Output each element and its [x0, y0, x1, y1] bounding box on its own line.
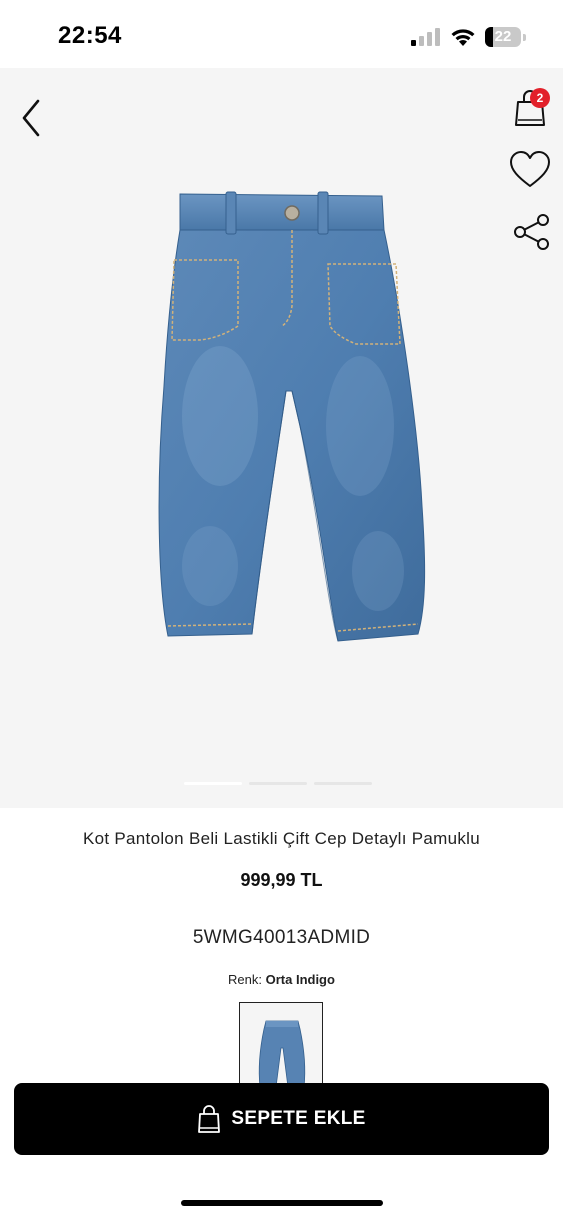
color-value: Orta Indigo: [265, 972, 335, 987]
gallery-page-indicator[interactable]: [314, 782, 372, 785]
add-to-cart-button[interactable]: SEPETE EKLE: [14, 1083, 549, 1155]
product-detail-screen: 22:54 22 2 Kot Pantolon Beli Lastikli Çi…: [0, 0, 563, 1219]
status-time: 22:54: [58, 22, 122, 49]
color-label: Renk:: [228, 972, 266, 987]
battery-icon: 22: [485, 27, 526, 47]
gallery-pager[interactable]: [184, 782, 372, 785]
product-price: 999,99 TL: [240, 870, 323, 890]
wishlist-button[interactable]: [508, 150, 552, 190]
add-to-cart-label: SEPETE EKLE: [231, 1108, 366, 1129]
battery-level: 22: [494, 28, 512, 45]
jeans-thumbnail-image: [258, 1020, 306, 1088]
color-row: Renk: Orta Indigo: [0, 972, 563, 987]
product-gallery[interactable]: 2: [0, 68, 563, 808]
color-swatch-orta-indigo[interactable]: [239, 1002, 323, 1092]
cart-count-badge: 2: [530, 88, 550, 108]
shopping-bag-icon: [198, 1105, 221, 1133]
jeans-product-image: [158, 191, 426, 642]
home-indicator: [181, 1200, 383, 1206]
heart-icon: [510, 151, 550, 187]
product-title: Kot Pantolon Beli Lastikli Çift Cep Deta…: [82, 829, 481, 848]
cellular-signal-icon: [411, 28, 441, 51]
gallery-page-indicator[interactable]: [249, 782, 307, 785]
gallery-page-indicator[interactable]: [184, 782, 242, 785]
share-button[interactable]: [512, 212, 552, 252]
product-sku: 5WMG40013ADMID: [192, 927, 371, 948]
share-icon: [514, 214, 549, 250]
wifi-icon: [450, 27, 476, 52]
cart-button[interactable]: 2: [510, 86, 554, 132]
chevron-left-icon: [22, 99, 40, 137]
status-bar: 22:54 22: [0, 0, 563, 68]
back-button[interactable]: [14, 96, 50, 140]
